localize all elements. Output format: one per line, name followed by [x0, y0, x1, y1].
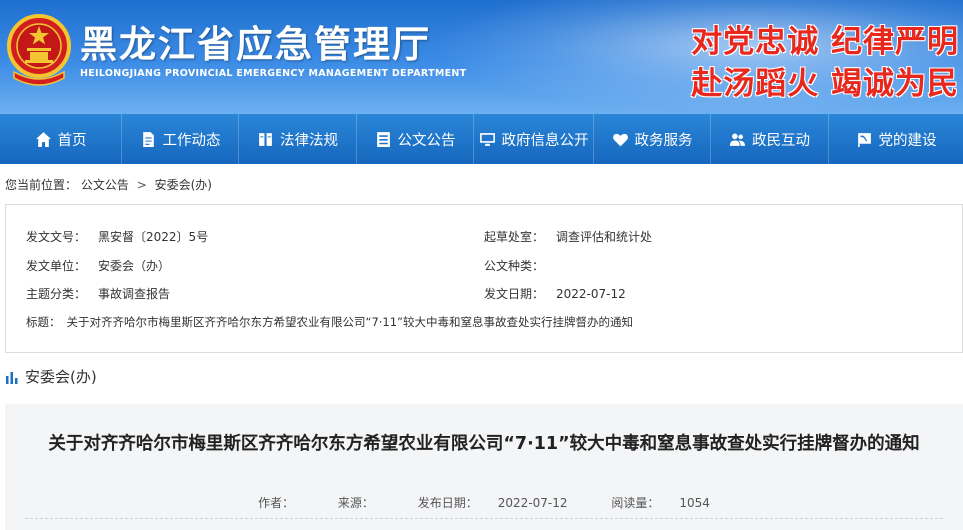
info-topic: 主题分类： 事故调查报告 [26, 285, 170, 302]
meta-views: 阅读量： 1054 [601, 496, 720, 510]
info-value: 安委会（办） [98, 259, 171, 273]
slogan-line-2: 赴汤蹈火 竭诚为民 [691, 66, 959, 102]
announcement-list-icon [376, 131, 390, 147]
main-nav: 首页 工作动态 法律法规 公文公告 政府信息公开 政务服务 政民互动 党的建设 [0, 114, 963, 164]
nav-item-label: 工作动态 [162, 132, 221, 149]
info-value: 事故调查报告 [98, 287, 171, 301]
article-title: 关于对齐齐哈尔市梅里斯区齐齐哈尔东方希望农业有限公司“7·11”较大中毒和窒息事… [48, 434, 920, 454]
nav-item-label: 党的建设 [878, 132, 937, 149]
national-emblem-icon[interactable] [6, 12, 72, 88]
info-label: 起草处室： [484, 230, 545, 244]
site-subtitle: HEILONGJIANG PROVINCIAL EMERGENCY MANAGE… [80, 68, 467, 79]
section-header: 安委会(办) [5, 366, 97, 387]
info-doc-number: 发文文号： 黑安督〔2022〕5号 [26, 228, 208, 245]
breadcrumb-prefix: 您当前位置： [5, 178, 78, 192]
header-banner: 黑龙江省应急管理厅 HEILONGJIANG PROVINCIAL EMERGE… [0, 0, 963, 114]
nav-item-party-building[interactable]: 党的建设 [829, 114, 963, 164]
breadcrumb-separator: > [136, 178, 147, 192]
breadcrumb-link-announcements[interactable]: 公文公告 [81, 178, 129, 192]
nav-item-work-news[interactable]: 工作动态 [122, 114, 239, 164]
info-label: 发文单位： [26, 259, 87, 273]
meta-publish-date: 发布日期： 2022-07-12 [408, 496, 578, 510]
info-title: 标题： 关于对齐齐哈尔市梅里斯区齐齐哈尔东方希望农业有限公司“7·11”较大中毒和… [26, 314, 633, 330]
meta-date-label: 发布日期： [417, 496, 478, 510]
info-value: 2022-07-12 [556, 287, 626, 301]
article-divider [25, 518, 943, 519]
meta-views-value: 1054 [679, 496, 710, 510]
meta-author: 作者： [248, 496, 304, 510]
heart-icon [612, 133, 628, 146]
document-info-box: 发文文号： 黑安督〔2022〕5号 起草处室： 调查评估和统计处 发文单位： 安委会（… [5, 204, 963, 353]
info-issuer: 发文单位： 安委会（办） [26, 257, 170, 274]
nav-item-label: 政府信息公开 [501, 132, 589, 149]
info-label: 主题分类： [26, 287, 87, 301]
meta-source-label: 来源： [337, 496, 374, 510]
nav-item-label: 政务服务 [634, 132, 693, 149]
law-book-icon [259, 132, 272, 146]
meta-date-value: 2022-07-12 [497, 496, 568, 510]
nav-item-laws[interactable]: 法律法规 [239, 114, 357, 164]
nav-item-interaction[interactable]: 政民互动 [711, 114, 829, 164]
document-icon [142, 131, 154, 147]
section-label: 安委会(办) [25, 368, 97, 386]
info-value: 关于对齐齐哈尔市梅里斯区齐齐哈尔东方希望农业有限公司“7·11”较大中毒和窒息事… [66, 315, 634, 329]
breadcrumb: 您当前位置： 公文公告 > 安委会(办) [5, 176, 212, 193]
info-drafting-office: 起草处室： 调查评估和统计处 [484, 228, 652, 245]
party-flag-icon [857, 132, 871, 147]
nav-item-label: 首页 [57, 132, 87, 149]
meta-source: 来源： [328, 496, 384, 510]
info-issue-date: 发文日期： 2022-07-12 [484, 285, 626, 302]
nav-item-label: 法律法规 [280, 132, 338, 149]
nav-item-gov-info[interactable]: 政府信息公开 [474, 114, 594, 164]
site-title: 黑龙江省应急管理厅 [80, 22, 431, 66]
slogan-line-1: 对党忠诚 纪律严明 [691, 24, 959, 60]
info-value: 调查评估和统计处 [556, 230, 653, 244]
meta-author-label: 作者： [258, 496, 295, 510]
nav-item-label: 公文公告 [397, 132, 456, 149]
bar-chart-icon [6, 371, 18, 384]
nav-item-announcements[interactable]: 公文公告 [357, 114, 474, 164]
nav-item-label: 政民互动 [752, 132, 810, 149]
info-value: 黑安督〔2022〕5号 [98, 230, 209, 244]
article-panel: 关于对齐齐哈尔市梅里斯区齐齐哈尔东方希望农业有限公司“7·11”较大中毒和窒息事… [5, 404, 963, 530]
info-label: 公文种类： [484, 259, 545, 273]
info-label: 标题： [26, 315, 61, 329]
article-meta: 作者： 来源： 发布日期： 2022-07-12 阅读量： 1054 [5, 494, 963, 511]
monitor-icon [479, 132, 495, 146]
info-doc-type: 公文种类： [484, 257, 556, 274]
home-icon [35, 131, 51, 147]
nav-item-home[interactable]: 首页 [0, 114, 122, 164]
info-label: 发文日期： [484, 287, 545, 301]
people-icon [729, 133, 746, 146]
meta-views-label: 阅读量： [611, 496, 660, 510]
nav-item-services[interactable]: 政务服务 [594, 114, 711, 164]
breadcrumb-link-safety-committee[interactable]: 安委会(办) [155, 178, 212, 192]
info-label: 发文文号： [26, 230, 87, 244]
